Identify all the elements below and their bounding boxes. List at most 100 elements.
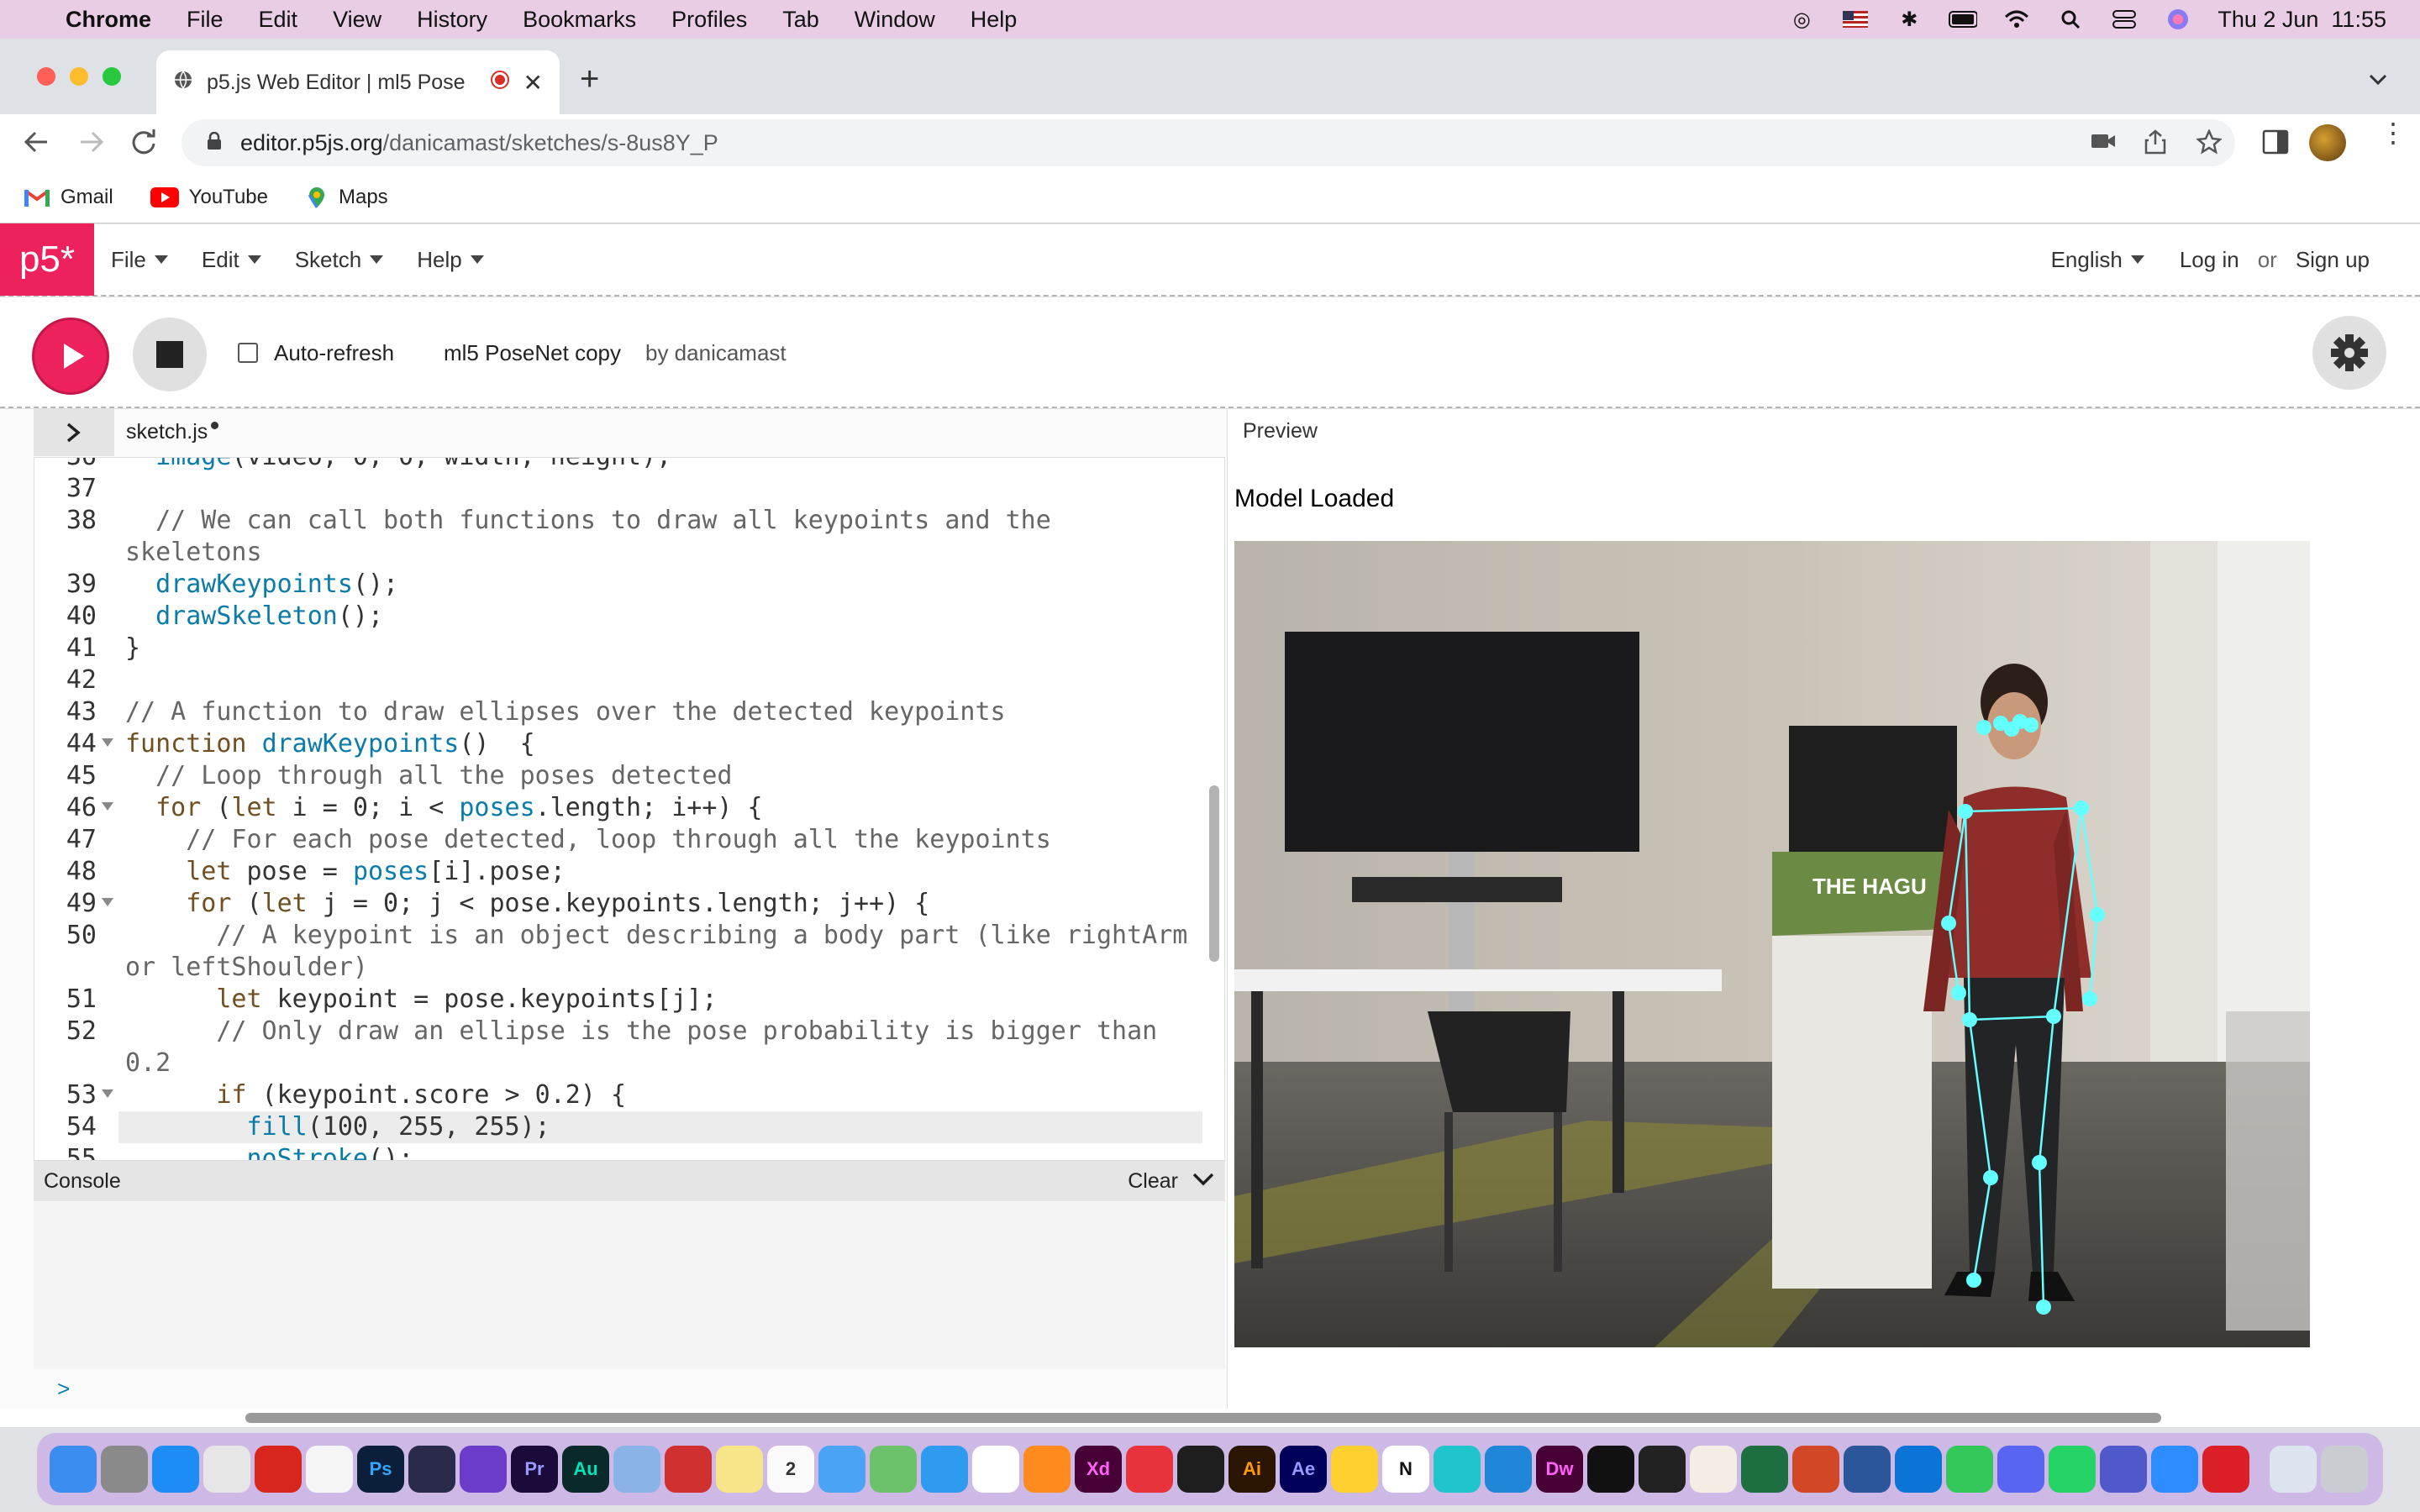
menu-window[interactable]: Window xyxy=(837,7,953,33)
word-icon[interactable] xyxy=(1844,1446,1891,1493)
signup-link[interactable]: Sign up xyxy=(2296,247,2370,273)
unity-icon[interactable] xyxy=(1639,1446,1686,1493)
system-preferences-icon[interactable] xyxy=(101,1446,148,1493)
menu-chrome[interactable]: Chrome xyxy=(48,7,169,33)
fold-arrow-icon[interactable] xyxy=(102,898,113,906)
bookmark-maps[interactable]: Maps xyxy=(305,186,388,209)
expand-sidebar-button[interactable] xyxy=(34,409,114,456)
profile-avatar[interactable] xyxy=(2309,124,2346,161)
side-panel-icon[interactable] xyxy=(2262,129,2289,159)
close-window-button[interactable] xyxy=(37,67,55,86)
audition-icon[interactable]: Au xyxy=(562,1446,609,1493)
us-flag-icon[interactable] xyxy=(1841,9,1870,29)
pdf-icon[interactable] xyxy=(665,1446,712,1493)
bookmark-youtube[interactable]: YouTube xyxy=(150,186,268,209)
illustrator-icon[interactable]: Ai xyxy=(1228,1446,1276,1493)
preview-icon[interactable] xyxy=(613,1446,660,1493)
console-input[interactable]: > xyxy=(34,1369,1225,1408)
back-arrow-icon[interactable] xyxy=(22,128,50,160)
launchpad-icon[interactable] xyxy=(203,1446,250,1493)
quicktime-icon[interactable] xyxy=(408,1446,455,1493)
after-effects-icon[interactable]: Ae xyxy=(1280,1446,1327,1493)
canva-icon[interactable] xyxy=(1434,1446,1481,1493)
zoom-icon[interactable] xyxy=(2151,1446,2198,1493)
figma-icon[interactable] xyxy=(1177,1446,1224,1493)
nav-edit-menu[interactable]: Edit xyxy=(202,247,261,273)
language-dropdown[interactable]: English xyxy=(2051,247,2144,273)
page-horizontal-scrollbar[interactable] xyxy=(0,1409,2420,1427)
premiere-icon[interactable]: Pr xyxy=(511,1446,558,1493)
chrome-icon[interactable] xyxy=(972,1446,1019,1493)
menubar-clock[interactable]: Thu 2 Jun 11:55 xyxy=(2217,7,2386,33)
menu-file[interactable]: File xyxy=(169,7,241,33)
mail-icon[interactable] xyxy=(818,1446,865,1493)
app-store-icon[interactable] xyxy=(152,1446,199,1493)
menu-profiles[interactable]: Profiles xyxy=(654,7,765,33)
webcam-canvas[interactable]: THE HAGU xyxy=(1234,541,2310,1347)
dreamweaver-icon[interactable]: Dw xyxy=(1536,1446,1583,1493)
sketch-name[interactable]: ml5 PoseNet copy xyxy=(444,340,621,366)
nav-file-menu[interactable]: File xyxy=(111,247,168,273)
siri-icon[interactable] xyxy=(2164,9,2192,29)
stop-button[interactable] xyxy=(133,318,207,391)
notes-icon[interactable] xyxy=(716,1446,763,1493)
vscode-icon[interactable] xyxy=(1485,1446,1532,1493)
nav-help-menu[interactable]: Help xyxy=(417,247,484,273)
excel-icon[interactable] xyxy=(1741,1446,1788,1493)
chrome-menu-kebab-icon[interactable]: ⋮ xyxy=(2380,119,2407,146)
login-link[interactable]: Log in xyxy=(2180,247,2239,273)
safari-icon[interactable] xyxy=(921,1446,968,1493)
code-editor[interactable]: 36 image(video, 0, 0, width, height); 37 3… xyxy=(34,457,1225,1161)
slack-icon[interactable] xyxy=(1690,1446,1737,1493)
menu-history[interactable]: History xyxy=(399,7,505,33)
photoshop-icon[interactable]: Ps xyxy=(357,1446,404,1493)
camera-in-use-icon[interactable] xyxy=(2091,131,2116,157)
sketch-owner[interactable]: by danicamast xyxy=(645,340,786,366)
p5-logo[interactable]: p5* xyxy=(0,223,94,296)
battery-icon[interactable] xyxy=(1949,9,1978,29)
address-bar[interactable]: editor.p5js.org/danicamast/sketches/s-8u… xyxy=(182,119,2235,166)
wifi-icon[interactable] xyxy=(2002,9,2031,29)
finder-icon[interactable] xyxy=(50,1446,97,1493)
code-scrollbar[interactable] xyxy=(1209,785,1219,962)
auto-refresh-checkbox[interactable] xyxy=(238,343,258,363)
settings-button[interactable] xyxy=(2312,316,2386,390)
tab-search-chevron-icon[interactable] xyxy=(2368,69,2388,92)
file-tab-sketch-js[interactable]: sketch.js xyxy=(126,420,219,444)
browser-tab-active[interactable]: p5.js Web Editor | ml5 Pose ✕ xyxy=(156,50,560,114)
creative-cloud-status-icon[interactable]: ◎ xyxy=(1787,8,1816,31)
control-center-icon[interactable] xyxy=(2110,9,2139,29)
calendar-icon[interactable]: 2 xyxy=(767,1446,814,1493)
bookmark-star-icon[interactable] xyxy=(2196,128,2223,160)
trash-icon[interactable] xyxy=(2321,1446,2368,1493)
nav-sketch-menu[interactable]: Sketch xyxy=(295,247,384,273)
notion-icon[interactable]: N xyxy=(1382,1446,1429,1493)
menu-bookmarks[interactable]: Bookmarks xyxy=(505,7,654,33)
menu-tab[interactable]: Tab xyxy=(765,7,837,33)
minimize-window-button[interactable] xyxy=(70,67,88,86)
fold-arrow-icon[interactable] xyxy=(102,738,113,747)
bluetooth-icon[interactable]: ✱ xyxy=(1895,8,1923,31)
menu-help[interactable]: Help xyxy=(953,7,1035,33)
close-tab-icon[interactable]: ✕ xyxy=(523,69,543,97)
firefox-icon[interactable] xyxy=(1023,1446,1071,1493)
facetime-icon[interactable] xyxy=(1946,1446,1993,1493)
teams-icon[interactable] xyxy=(2100,1446,2147,1493)
zoom-window-button[interactable] xyxy=(103,67,121,86)
miro-icon[interactable] xyxy=(1331,1446,1378,1493)
menu-edit[interactable]: Edit xyxy=(241,7,316,33)
p5-icon[interactable] xyxy=(1587,1446,1634,1493)
imovie-icon[interactable] xyxy=(460,1446,507,1493)
red-app-icon[interactable] xyxy=(1126,1446,1173,1493)
clear-console-button[interactable]: Clear xyxy=(1128,1169,1178,1194)
downloads-icon[interactable] xyxy=(2270,1446,2317,1493)
discord-icon[interactable] xyxy=(1997,1446,2044,1493)
lock-icon[interactable] xyxy=(207,130,222,156)
reload-icon[interactable] xyxy=(129,128,158,160)
forward-arrow-icon[interactable] xyxy=(77,128,106,160)
play-button[interactable] xyxy=(32,318,109,395)
whatsapp-icon[interactable] xyxy=(2049,1446,2096,1493)
collapse-console-chevron-icon[interactable] xyxy=(1192,1169,1215,1194)
scrollbar-thumb[interactable] xyxy=(245,1413,2161,1423)
xd-icon[interactable]: Xd xyxy=(1075,1446,1122,1493)
